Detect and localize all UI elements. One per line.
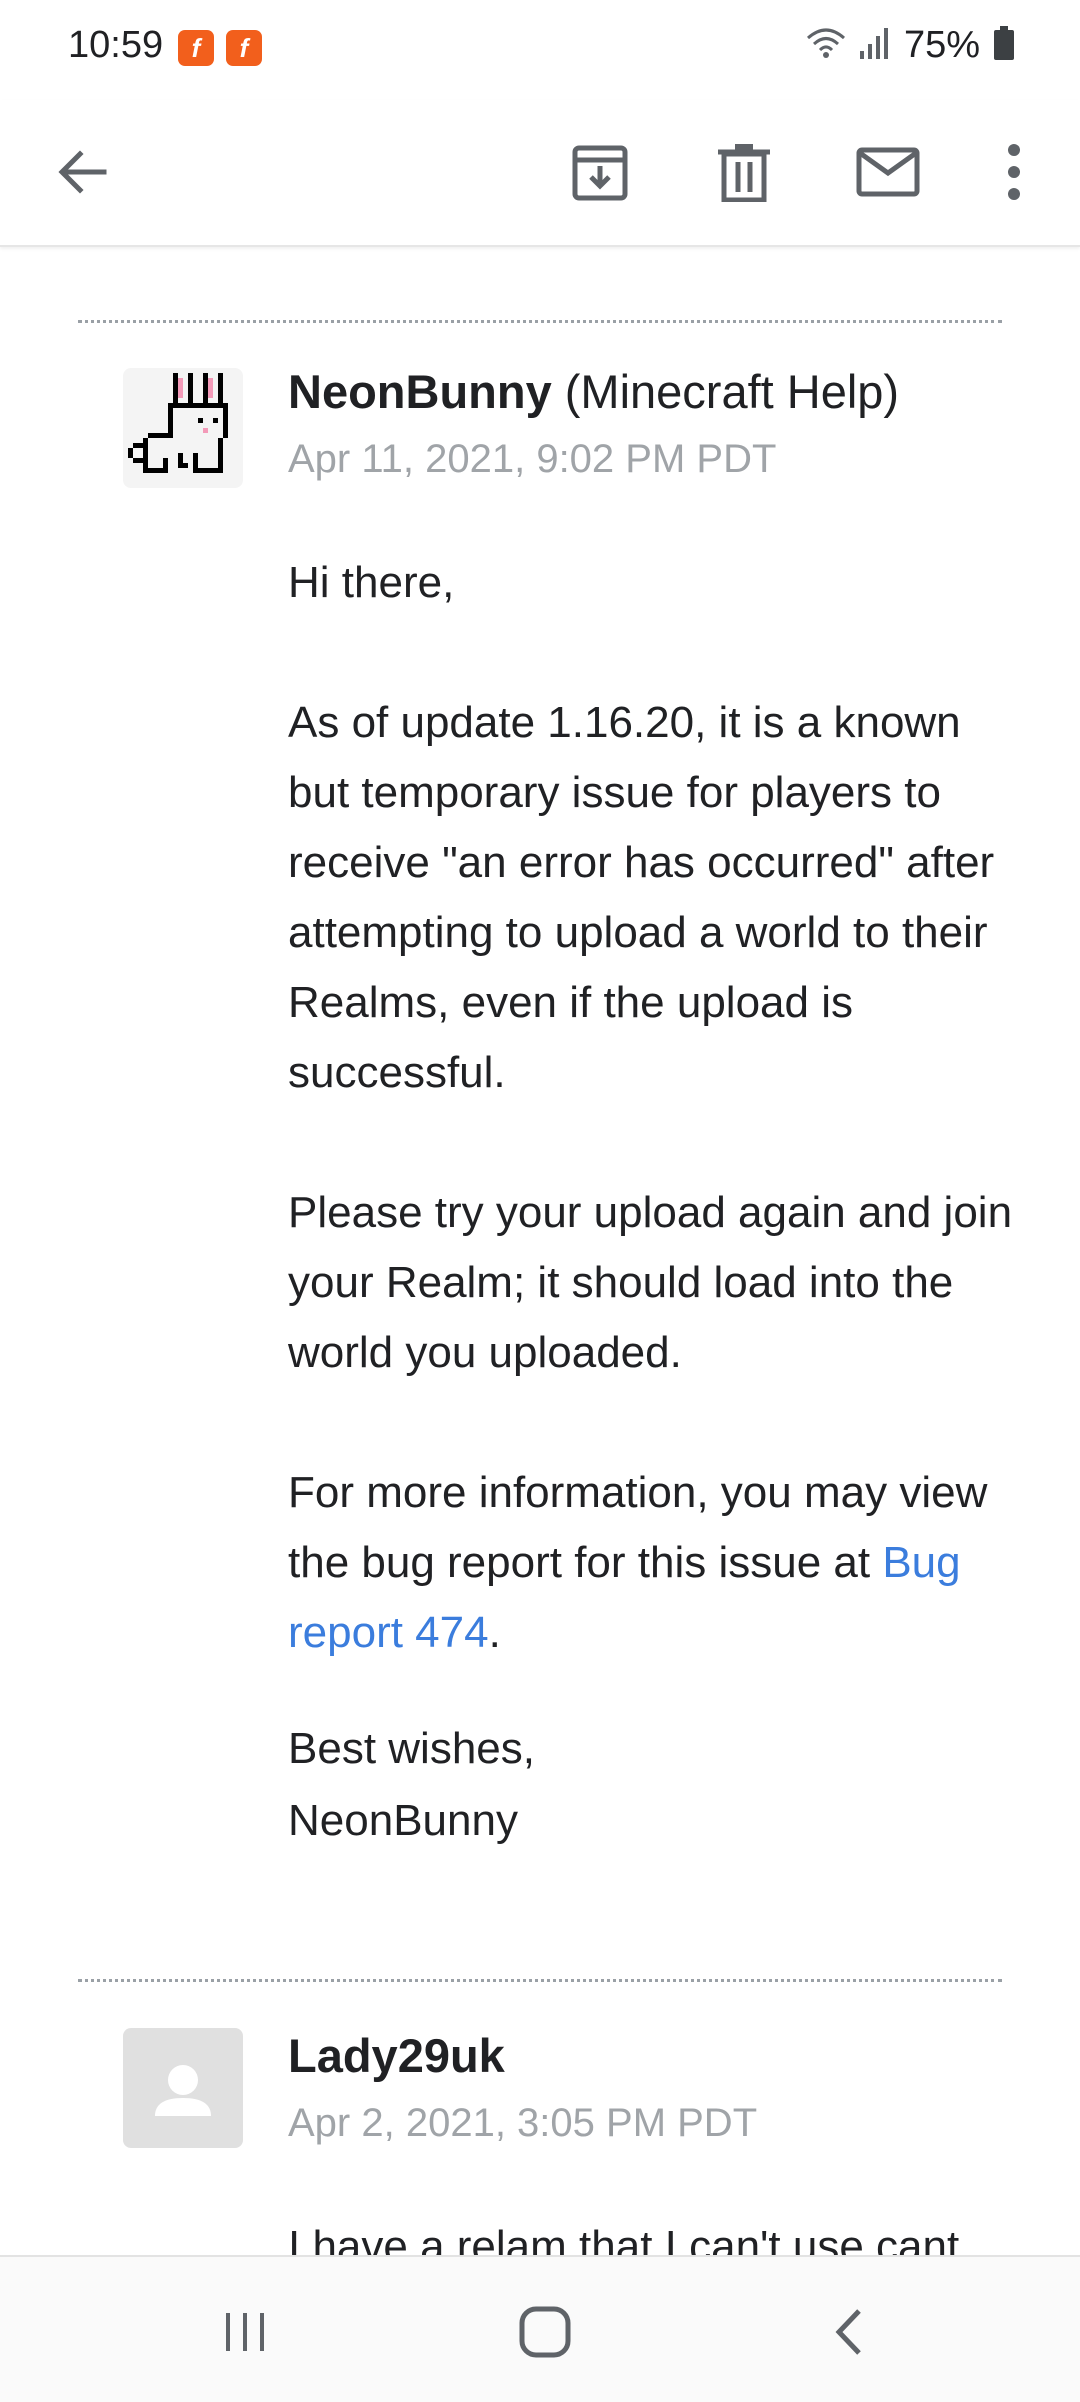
sender-group: (Minecraft Help) (564, 365, 900, 418)
greeting: Hi there, (288, 558, 455, 607)
signoff-line-2: NeonBunny (288, 1796, 518, 1845)
paragraph-3-end: . (488, 1608, 501, 1657)
flipboard-icon: f (226, 30, 262, 66)
toolbar (0, 100, 1080, 247)
signoff-line-1: Best wishes, (288, 1724, 535, 1773)
sender-line: NeonBunny (Minecraft Help) (288, 364, 899, 419)
home-icon[interactable] (500, 2287, 590, 2377)
paragraph-1: As of update 1.16.20, it is a known but … (288, 698, 995, 1097)
battery-percentage: 75% (903, 24, 980, 66)
status-time: 10:59 (68, 24, 164, 66)
system-nav-bar (0, 2255, 1080, 2402)
delete-icon[interactable] (702, 130, 786, 214)
message-body: Hi there, As of update 1.16.20, it is a … (288, 548, 1018, 1668)
recent-apps-icon[interactable] (200, 2287, 290, 2377)
mark-unread-icon[interactable] (846, 130, 930, 214)
paragraph-3: For more information, you may view the b… (288, 1458, 1018, 1668)
sender-line: Lady29uk (288, 2028, 505, 2083)
back-icon[interactable] (804, 2287, 894, 2377)
archive-icon[interactable] (558, 130, 642, 214)
flipboard-icon: f (178, 30, 214, 66)
message-divider (78, 320, 1002, 323)
body-preview: I have a relam that I can't use cant (288, 2222, 960, 2255)
signal-icon (859, 27, 890, 64)
back-arrow-icon[interactable] (40, 130, 124, 214)
message-date: Apr 11, 2021, 9:02 PM PDT (288, 437, 777, 481)
message-date: Apr 2, 2021, 3:05 PM PDT (288, 2101, 758, 2145)
sender-name: Lady29uk (288, 2029, 505, 2082)
default-person-avatar (123, 2028, 243, 2148)
paragraph-2: Please try your upload again and join yo… (288, 1188, 1013, 1377)
status-bar: 10:59 f f 75% (0, 0, 1080, 100)
pixel-bunny-avatar (123, 368, 243, 488)
message-body-preview: I have a relam that I can't use cant (288, 2212, 1028, 2255)
signoff: Best wishes, NeonBunny (288, 1713, 1028, 1857)
wifi-icon (806, 26, 846, 65)
more-options-icon[interactable] (972, 130, 1056, 214)
battery-icon (994, 26, 1014, 65)
message-divider (78, 1979, 1002, 1982)
sender-name: NeonBunny (288, 365, 552, 418)
